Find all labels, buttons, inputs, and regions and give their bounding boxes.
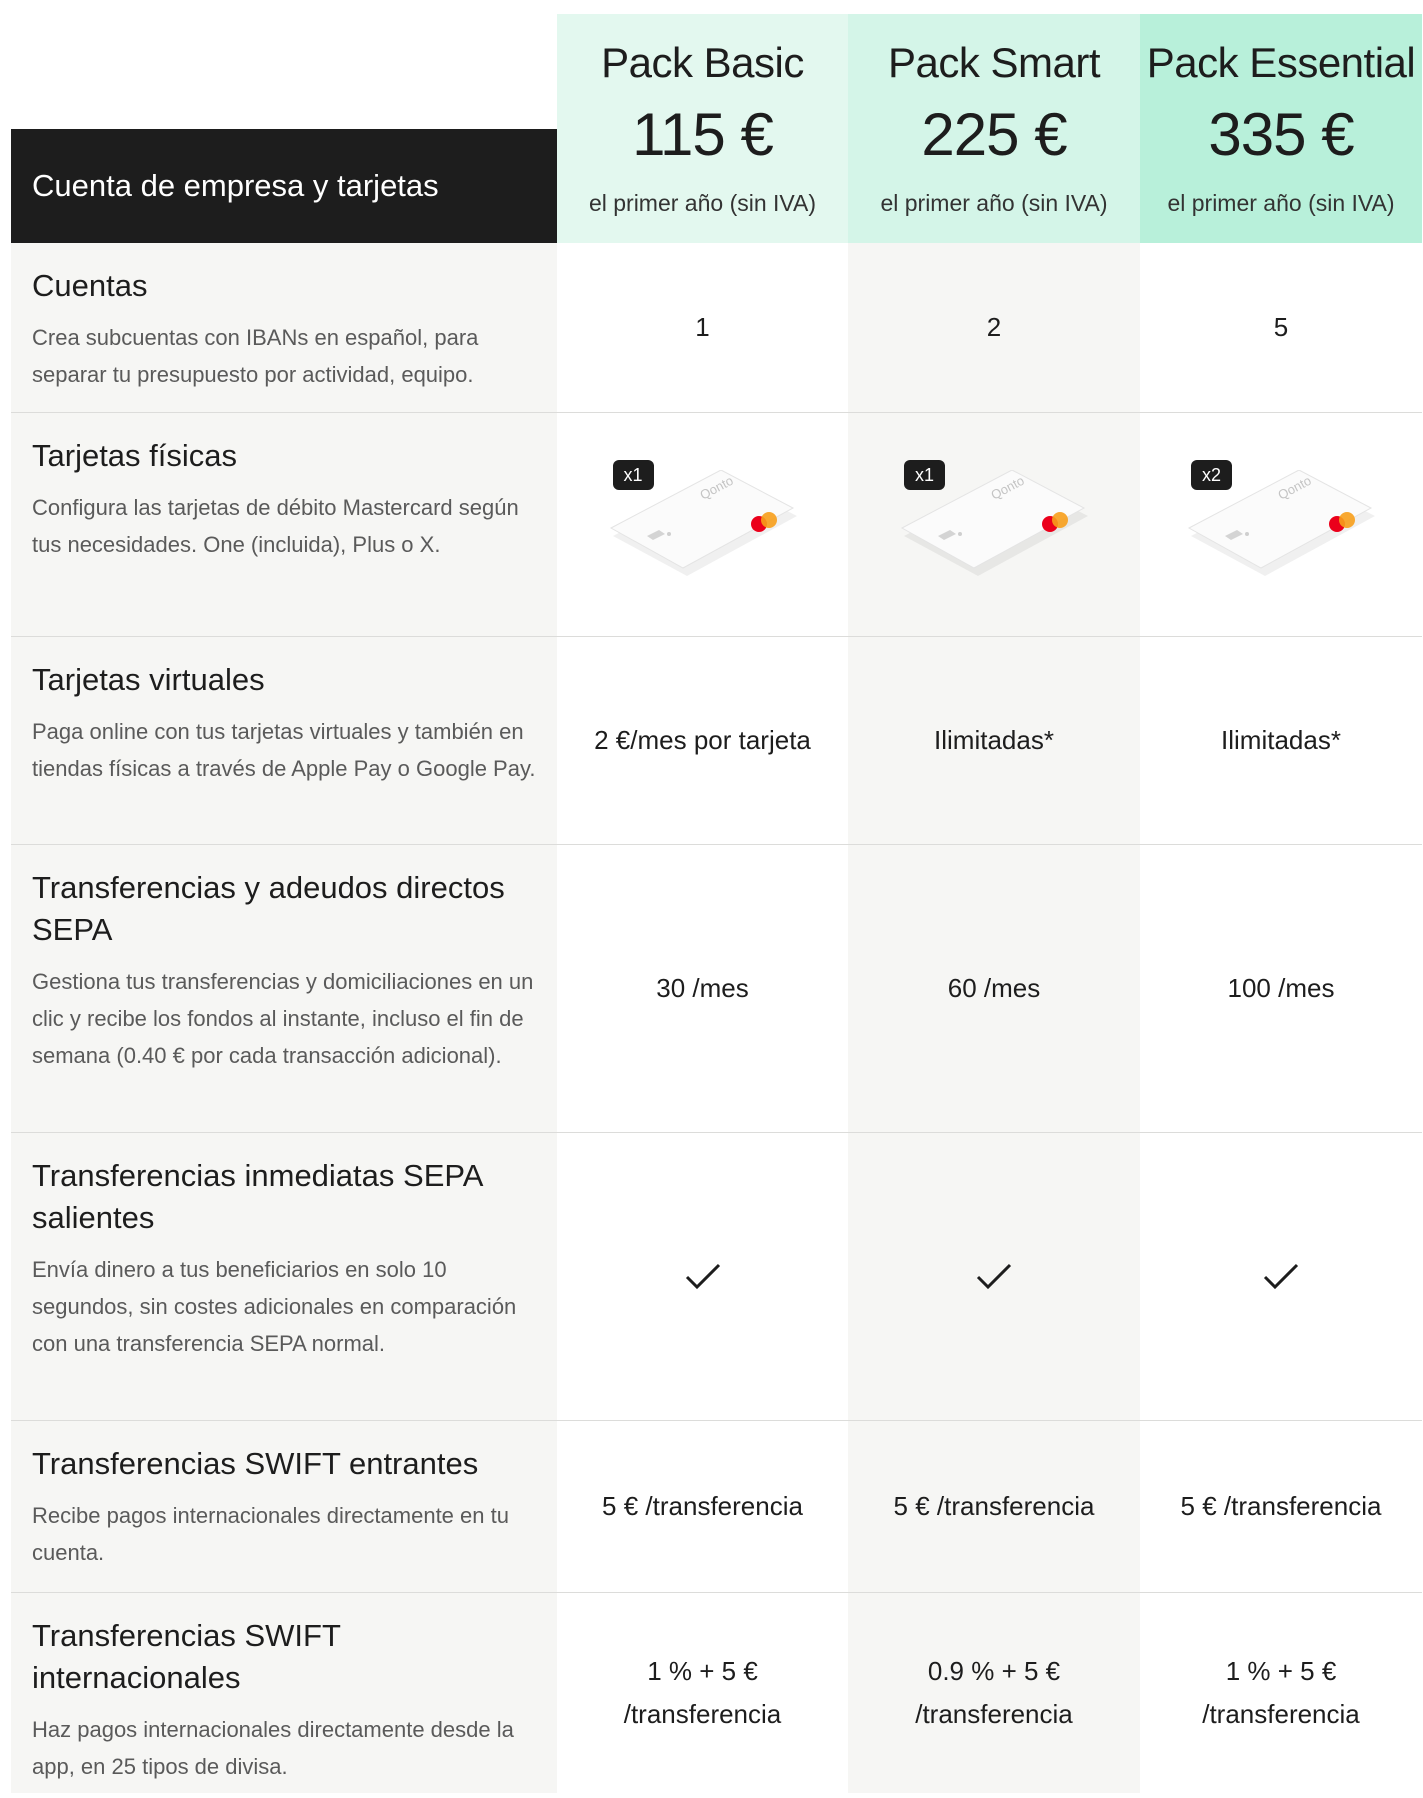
card-count-badge: x2 xyxy=(1191,459,1233,490)
value-text: 5 € /transferencia xyxy=(1180,1491,1382,1521)
value-cell-smart: 0.9 % + 5 € /transferencia xyxy=(848,1593,1140,1793)
plan-header-basic: Pack Basic 115 € el primer año (sin IVA) xyxy=(557,14,848,243)
value-cell-essential: 5 xyxy=(1140,243,1422,413)
feature-title: Tarjetas físicas xyxy=(32,438,238,473)
value-text: 100 /mes xyxy=(1227,973,1335,1003)
plan-name: Pack Essential xyxy=(1146,39,1416,86)
value-cell-basic: 1 xyxy=(557,243,848,413)
value-cell-essential: 5 € /transferencia xyxy=(1140,1421,1422,1593)
plan-note: el primer año (sin IVA) xyxy=(588,190,817,217)
value-cell-smart: 2 xyxy=(848,243,1140,413)
feature-tarjetas-fisicas: Tarjetas físicas Configura las tarjetas … xyxy=(11,413,557,637)
value-text: 1 % + 5 € /transferencia xyxy=(623,1656,782,1729)
feature-title: Cuentas xyxy=(32,268,148,303)
value-cell-basic: 1 % + 5 € /transferencia xyxy=(557,1593,848,1793)
payment-card-icon: x1 Qonto xyxy=(894,459,1094,590)
value-text: 5 xyxy=(1273,312,1289,342)
feature-cuentas: Cuentas Crea subcuentas con IBANs en esp… xyxy=(11,243,557,413)
value-text: Ilimitadas* xyxy=(934,725,1054,755)
feature-title: Transferencias SWIFT entrantes xyxy=(32,1446,479,1481)
value-text: 1 % + 5 € /transferencia xyxy=(1202,1656,1360,1729)
value-text: 60 /mes xyxy=(947,973,1041,1003)
value-cell-basic xyxy=(557,1133,848,1421)
value-cell-smart: Ilimitadas* xyxy=(848,637,1140,845)
feature-description: Envía dinero a tus beneficiarios en solo… xyxy=(32,1257,517,1356)
value-cell-basic: 30 /mes xyxy=(557,845,848,1133)
plan-header-essential: Pack Essential 335 € el primer año (sin … xyxy=(1140,14,1422,243)
feature-tarjetas-virtuales: Tarjetas virtuales Paga online con tus t… xyxy=(11,637,557,845)
plan-price: 115 € xyxy=(632,101,774,169)
value-cell-essential xyxy=(1140,1133,1422,1421)
payment-card-icon: x1 Qonto xyxy=(603,459,803,590)
value-cell-essential: x2 Qonto xyxy=(1140,413,1422,637)
feature-description: Crea subcuentas con IBANs en español, pa… xyxy=(32,325,479,387)
value-cell-smart xyxy=(848,1133,1140,1421)
value-cell-essential: Ilimitadas* xyxy=(1140,637,1422,845)
plan-price: 335 € xyxy=(1208,101,1354,169)
value-text: 0.9 % + 5 € /transferencia xyxy=(915,1656,1073,1729)
feature-title: Transferencias y adeudos directos SEPA xyxy=(32,870,505,947)
feature-description: Gestiona tus transferencias y domiciliac… xyxy=(32,969,534,1068)
value-cell-smart: 5 € /transferencia xyxy=(848,1421,1140,1593)
value-cell-basic: x1 Qonto xyxy=(557,413,848,637)
value-text: 1 xyxy=(695,312,710,342)
checkmark-icon xyxy=(1263,1263,1299,1289)
plan-name: Pack Basic xyxy=(601,39,804,86)
value-text: 2 xyxy=(986,312,1002,342)
value-text: 2 €/mes por tarjeta xyxy=(594,725,811,755)
value-text: 5 € /transferencia xyxy=(602,1491,803,1521)
card-count-badge: x1 xyxy=(904,459,946,490)
value-cell-basic: 2 €/mes por tarjeta xyxy=(557,637,848,845)
plan-name: Pack Smart xyxy=(887,39,1101,86)
feature-title: Transferencias SWIFT internacionales xyxy=(32,1618,341,1695)
section-title: Cuenta de empresa y tarjetas xyxy=(11,129,557,243)
value-cell-smart: x1 Qonto xyxy=(848,413,1140,637)
value-cell-essential: 100 /mes xyxy=(1140,845,1422,1133)
value-cell-basic: 5 € /transferencia xyxy=(557,1421,848,1593)
feature-swift-entrantes: Transferencias SWIFT entrantes Recibe pa… xyxy=(11,1421,557,1593)
feature-description: Haz pagos internacionales directamente d… xyxy=(32,1717,514,1779)
feature-title: Transferencias inmediatas SEPA salientes xyxy=(32,1158,482,1235)
card-count-badge: x1 xyxy=(612,459,654,490)
plan-price: 225 € xyxy=(921,101,1067,169)
value-text: Ilimitadas* xyxy=(1221,725,1341,755)
value-text: 30 /mes xyxy=(656,973,749,1003)
value-text: 5 € /transferencia xyxy=(893,1491,1095,1521)
feature-swift-internacionales: Transferencias SWIFT internacionales Haz… xyxy=(11,1593,557,1793)
feature-title: Tarjetas virtuales xyxy=(32,662,265,697)
feature-transferencias-inmediatas: Transferencias inmediatas SEPA salientes… xyxy=(11,1133,557,1421)
plan-header-smart: Pack Smart 225 € el primer año (sin IVA) xyxy=(848,14,1140,243)
feature-description: Recibe pagos internacionales directament… xyxy=(32,1503,509,1565)
payment-card-icon: x2 Qonto xyxy=(1181,459,1381,590)
value-cell-essential: 1 % + 5 € /transferencia xyxy=(1140,1593,1422,1793)
value-cell-smart: 60 /mes xyxy=(848,845,1140,1133)
plan-note: el primer año (sin IVA) xyxy=(1167,190,1395,217)
checkmark-icon xyxy=(685,1263,720,1289)
header-blank xyxy=(11,14,557,129)
feature-description: Paga online con tus tarjetas virtuales y… xyxy=(32,719,536,781)
feature-description: Configura las tarjetas de débito Masterc… xyxy=(32,495,519,557)
feature-transferencias-sepa: Transferencias y adeudos directos SEPA G… xyxy=(11,845,557,1133)
plan-note: el primer año (sin IVA) xyxy=(880,190,1108,217)
checkmark-icon xyxy=(976,1263,1012,1289)
